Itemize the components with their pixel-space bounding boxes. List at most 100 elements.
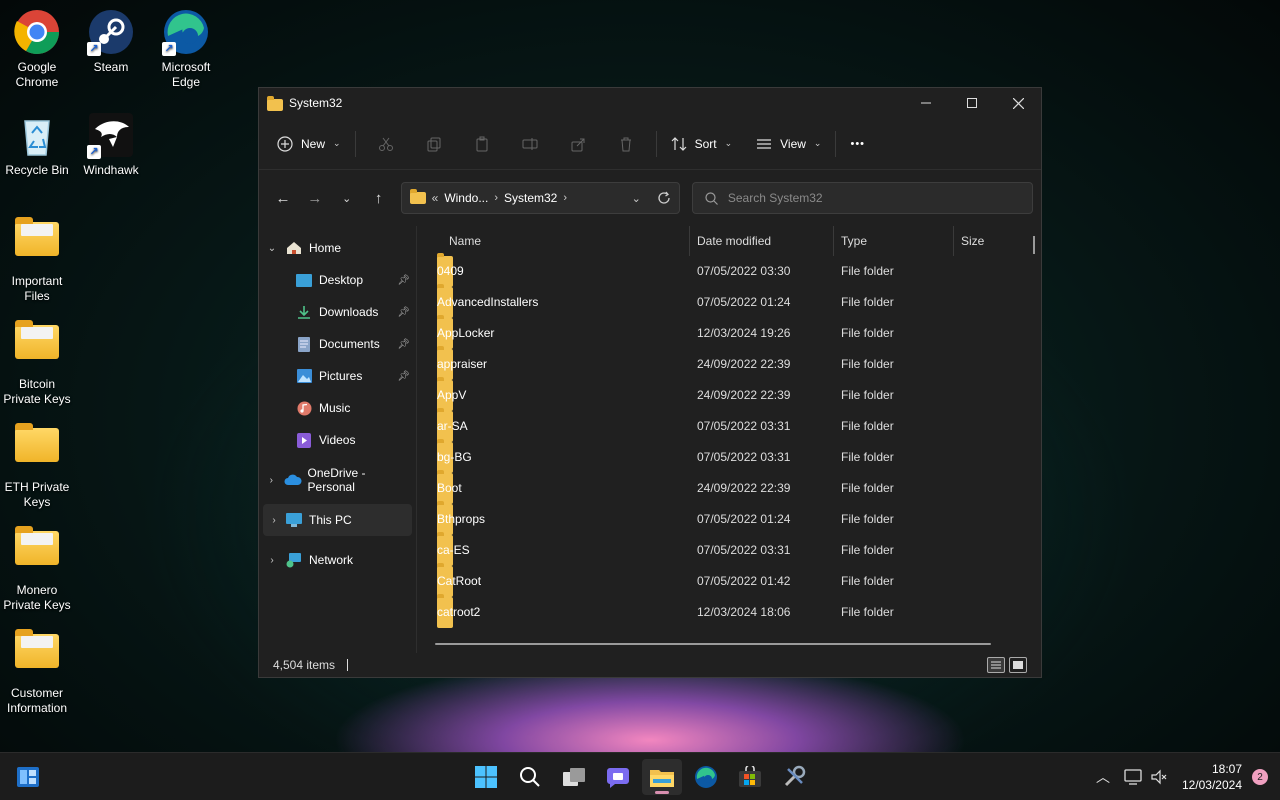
column-header-name[interactable]: Name: [443, 226, 685, 256]
view-button[interactable]: View ⌄: [748, 130, 829, 158]
column-divider[interactable]: [953, 226, 954, 256]
desktop-icon-recycle-bin[interactable]: Recycle Bin: [0, 111, 74, 178]
task-view-button[interactable]: [554, 759, 594, 795]
start-button[interactable]: [466, 759, 506, 795]
title-bar[interactable]: System32: [259, 88, 1041, 118]
table-row[interactable]: 0409 07/05/2022 03:30 File folder: [417, 253, 1041, 287]
volume-muted-icon[interactable]: [1150, 769, 1168, 785]
recent-locations-button[interactable]: ⌄: [331, 182, 363, 214]
chevron-right-icon[interactable]: ›: [259, 555, 285, 566]
table-row[interactable]: Boot 24/09/2022 22:39 File folder: [417, 470, 1041, 504]
up-button[interactable]: ↑: [363, 182, 395, 214]
rename-button[interactable]: [506, 136, 554, 152]
sidebar-item-this-pc[interactable]: › This PC: [263, 504, 412, 536]
address-bar[interactable]: « Windo... › System32 › ⌄: [400, 182, 680, 214]
clock-date: 12/03/2024: [1181, 778, 1242, 792]
vertical-scrollbar[interactable]: [1033, 236, 1035, 254]
search-taskbar-button[interactable]: [510, 759, 550, 795]
desktop-icon-edge[interactable]: ↗ Microsoft Edge: [149, 8, 223, 90]
edge-taskbar-button[interactable]: [686, 759, 726, 795]
column-divider[interactable]: [833, 226, 834, 256]
desktop-icon-eth-private-keys[interactable]: ETH Private Keys: [0, 420, 74, 510]
delete-button[interactable]: [602, 136, 650, 152]
settings-taskbar-button[interactable]: [774, 759, 814, 795]
cut-button[interactable]: [362, 136, 410, 152]
network-icon[interactable]: [1124, 769, 1142, 785]
clock[interactable]: 18:07 12/03/2024: [1182, 761, 1242, 793]
sidebar-item-music[interactable]: Music: [259, 392, 416, 424]
table-row[interactable]: CatRoot 07/05/2022 01:42 File folder: [417, 563, 1041, 597]
chevron-down-icon[interactable]: ⌄: [632, 192, 641, 205]
share-icon: [571, 138, 585, 151]
chevron-up-icon[interactable]: ︿: [1096, 767, 1110, 787]
new-button[interactable]: New ⌄: [269, 130, 349, 158]
toolbar-divider: [354, 130, 356, 157]
table-row[interactable]: AppV 24/09/2022 22:39 File folder: [417, 377, 1041, 411]
breadcrumb-system32[interactable]: System32: [504, 191, 557, 205]
details-view-button[interactable]: [987, 657, 1005, 673]
desktop-icon-bitcoin-private-keys[interactable]: Bitcoin Private Keys: [0, 317, 74, 407]
column-header-size[interactable]: Size: [955, 226, 1035, 256]
minimize-button[interactable]: [903, 88, 949, 118]
table-row[interactable]: Bthprops 07/05/2022 01:24 File folder: [417, 501, 1041, 535]
type-cell: File folder: [841, 512, 894, 526]
chevron-down-icon[interactable]: ⌄: [259, 243, 285, 254]
table-row[interactable]: AdvancedInstallers 07/05/2022 01:24 File f…: [417, 284, 1041, 318]
share-button[interactable]: [554, 136, 602, 152]
computer-icon: [285, 512, 303, 528]
teams-chat-button[interactable]: [598, 759, 638, 795]
sidebar-item-documents[interactable]: Documents 📌︎: [259, 328, 416, 360]
sidebar-item-label: Music: [319, 401, 351, 415]
column-label: Name: [449, 234, 482, 248]
horizontal-scrollbar[interactable]: [435, 643, 991, 645]
explorer-body: ⌄ Home Desktop 📌︎ Downloads 📌︎ Documents…: [259, 226, 1041, 653]
sidebar-item-downloads[interactable]: Downloads 📌︎: [259, 296, 416, 328]
toolbar-divider: [655, 130, 657, 157]
breadcrumb-windows[interactable]: Windo...: [444, 191, 488, 205]
desktop-icon-windhawk[interactable]: ↗ Windhawk: [74, 111, 148, 178]
sidebar-item-pictures[interactable]: Pictures 📌︎: [259, 360, 416, 392]
more-options-button[interactable]: •••: [842, 132, 873, 156]
table-row[interactable]: bg-BG 07/05/2022 03:31 File folder: [417, 439, 1041, 473]
column-header-date[interactable]: Date modified: [691, 226, 831, 256]
table-row[interactable]: catroot2 12/03/2024 18:06 File folder: [417, 594, 1041, 628]
desktop-icon-chrome[interactable]: Google Chrome: [0, 8, 74, 90]
desktop-icon-customer-information[interactable]: Customer Information: [0, 626, 74, 716]
widgets-button[interactable]: [8, 759, 48, 795]
notification-badge[interactable]: 2: [1252, 769, 1268, 785]
paste-button[interactable]: [458, 136, 506, 152]
search-box[interactable]: [691, 182, 1033, 214]
desktop-icon-steam[interactable]: ↗ Steam: [74, 8, 148, 75]
desktop-icon-important-files[interactable]: Important Files: [0, 214, 74, 304]
chevron-right-icon[interactable]: ›: [263, 515, 285, 526]
forward-button[interactable]: →: [299, 182, 331, 214]
desktop-icon-monero-private-keys[interactable]: Monero Private Keys: [0, 523, 74, 613]
system-tray: ︿ 18:07 12/03/2024 2: [1096, 753, 1280, 800]
sidebar-item-network[interactable]: › Network: [259, 544, 416, 576]
sort-button[interactable]: Sort ⌄: [663, 130, 741, 158]
store-taskbar-button[interactable]: [730, 759, 770, 795]
copy-button[interactable]: [410, 136, 458, 152]
table-row[interactable]: ar-SA 07/05/2022 03:31 File folder: [417, 408, 1041, 442]
back-button[interactable]: ←: [267, 182, 299, 214]
refresh-icon[interactable]: [657, 191, 671, 205]
search-input[interactable]: [727, 191, 1008, 205]
tiles-view-button[interactable]: [1009, 657, 1027, 673]
sidebar-item-desktop[interactable]: Desktop 📌︎: [259, 264, 416, 296]
table-row[interactable]: ca-ES 07/05/2022 03:31 File folder: [417, 532, 1041, 566]
sort-label: Sort: [694, 136, 717, 151]
close-button[interactable]: [995, 88, 1041, 118]
sidebar-item-home[interactable]: ⌄ Home: [259, 232, 416, 264]
date-modified-cell: 07/05/2022 03:31: [697, 450, 791, 464]
sidebar-item-videos[interactable]: Videos: [259, 424, 416, 456]
table-row[interactable]: AppLocker 12/03/2024 19:26 File folder: [417, 315, 1041, 349]
breadcrumb-overflow[interactable]: «: [432, 191, 439, 205]
chevron-right-icon[interactable]: ›: [563, 192, 567, 204]
file-explorer-taskbar-button[interactable]: [642, 759, 682, 795]
column-divider[interactable]: [689, 226, 690, 256]
table-row[interactable]: appraiser 24/09/2022 22:39 File folder: [417, 346, 1041, 380]
chevron-right-icon[interactable]: ›: [259, 475, 284, 486]
column-header-type[interactable]: Type: [835, 226, 951, 256]
sidebar-item-onedrive[interactable]: › OneDrive - Personal: [259, 464, 416, 496]
maximize-button[interactable]: [949, 88, 995, 118]
